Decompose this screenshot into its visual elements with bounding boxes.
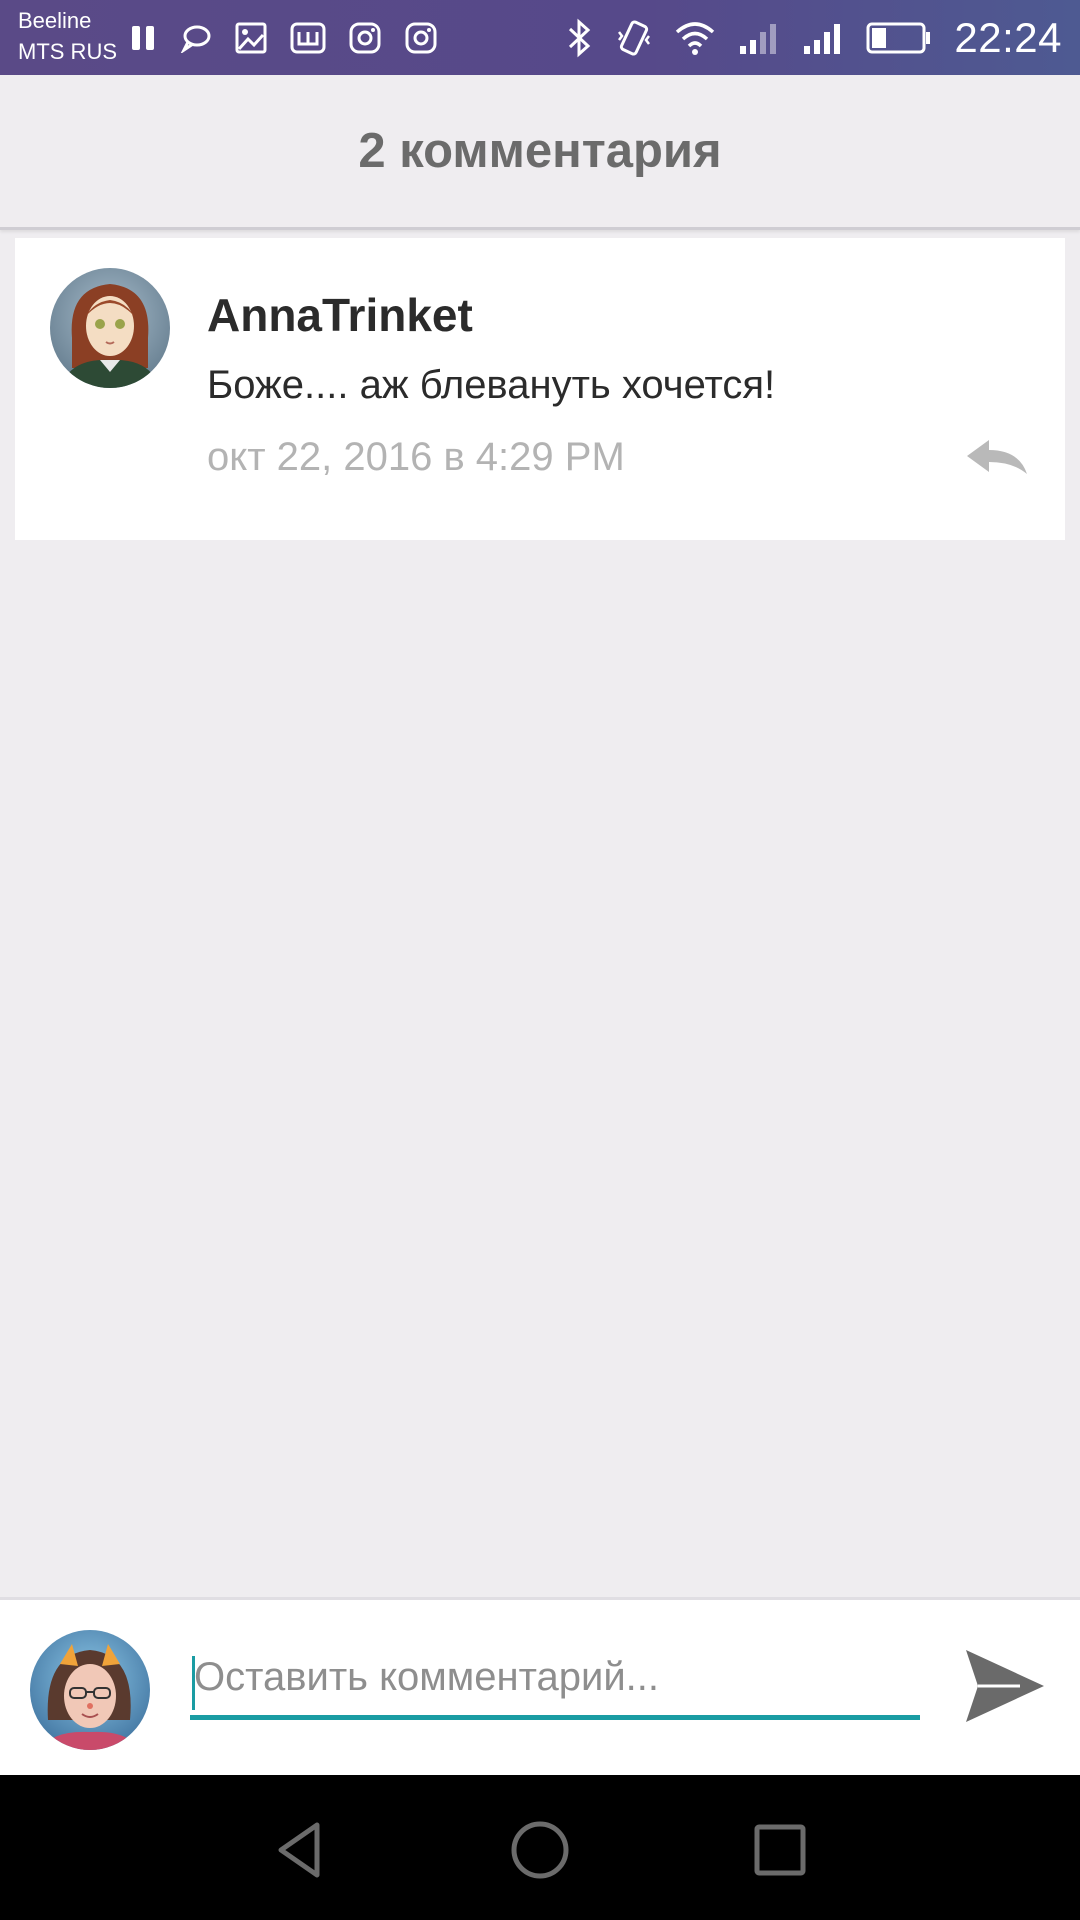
carrier-info: Beeline MTS RUS bbox=[18, 5, 117, 67]
reply-icon bbox=[967, 440, 1027, 474]
send-icon bbox=[966, 1650, 1044, 1722]
chat-bubble-icon bbox=[180, 25, 211, 53]
home-button[interactable] bbox=[505, 1815, 575, 1885]
signal-icon bbox=[804, 23, 841, 54]
signal-icon bbox=[740, 23, 777, 54]
comment-date: окт 22, 2016 в 4:29 PM bbox=[207, 435, 625, 479]
battery-icon bbox=[866, 22, 931, 53]
page-title: 2 комментария bbox=[358, 124, 722, 178]
recents-icon bbox=[754, 1824, 806, 1876]
send-button[interactable] bbox=[960, 1644, 1050, 1728]
vibrate-icon bbox=[618, 20, 651, 55]
instagram-icon bbox=[405, 22, 437, 54]
back-icon bbox=[278, 1822, 320, 1878]
reply-button[interactable] bbox=[963, 438, 1031, 480]
home-icon bbox=[511, 1821, 569, 1879]
navigation-bar bbox=[0, 1775, 1080, 1920]
gallery-icon bbox=[235, 22, 267, 54]
carrier-name-2: MTS RUS bbox=[18, 39, 117, 64]
status-bar: Beeline MTS RUS 22:24 bbox=[0, 0, 1080, 75]
system-status-icons: 22:24 bbox=[564, 0, 1062, 75]
pause-icon bbox=[132, 26, 154, 50]
carrier-name-1: Beeline bbox=[18, 8, 92, 33]
comment-text: Боже.... аж блевануть хочется! bbox=[207, 363, 776, 407]
compose-bar bbox=[0, 1597, 1080, 1775]
clock: 22:24 bbox=[954, 13, 1062, 61]
back-button[interactable] bbox=[265, 1815, 335, 1885]
user-avatar[interactable] bbox=[30, 1630, 150, 1750]
comment-input[interactable] bbox=[190, 1640, 920, 1720]
comment-author[interactable]: AnnaTrinket bbox=[207, 288, 473, 342]
instagram-icon bbox=[349, 22, 381, 54]
text-cursor bbox=[192, 1656, 195, 1710]
wifi-icon bbox=[676, 21, 715, 55]
bluetooth-icon bbox=[569, 18, 591, 57]
recents-button[interactable] bbox=[745, 1815, 815, 1885]
comment-item: AnnaTrinket Боже.... аж блевануть хочетс… bbox=[15, 238, 1065, 540]
app-w-icon bbox=[290, 22, 326, 54]
header: 2 комментария bbox=[0, 75, 1080, 230]
avatar[interactable] bbox=[50, 268, 170, 388]
notification-icons bbox=[130, 18, 438, 58]
